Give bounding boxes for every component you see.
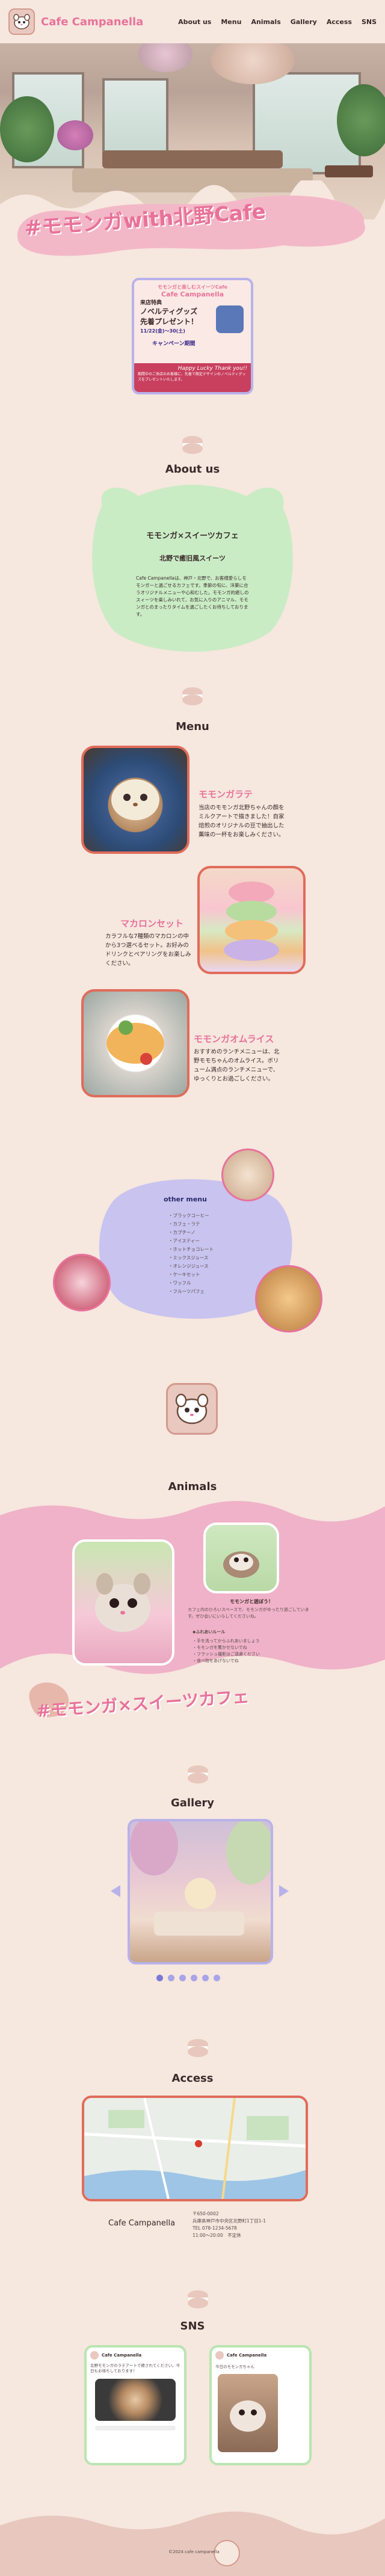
nav-about[interactable]: About us bbox=[178, 18, 211, 26]
drink-photo bbox=[221, 1148, 274, 1201]
menu-item-desc: おすすめのランチメニューは、北野モモちゃんのオムライス。ボリューム満点のランチメ… bbox=[194, 1049, 280, 1082]
other-menu-item: ・ホットチョコレート bbox=[168, 1247, 214, 1252]
gallery-dot[interactable] bbox=[168, 1975, 174, 1981]
animals-rules-title: ◆ふれあいルール bbox=[192, 1630, 226, 1634]
menu-item-name: モモンガラテ bbox=[199, 789, 253, 800]
animals-caption1: モモンガと遊ぼう！ bbox=[230, 1599, 273, 1604]
footer-copyright: ©2024 cafe campanella bbox=[168, 2550, 220, 2554]
about-heading: モモンガ×スイーツカフェ bbox=[146, 532, 239, 541]
nav-gallery[interactable]: Gallery bbox=[291, 18, 317, 26]
access-address: 〒650-0002 兵庫県神戸市中央区北野町1丁目1-1 TEL 078-123… bbox=[192, 2211, 266, 2238]
logo-icon[interactable] bbox=[8, 8, 35, 35]
campaign-card[interactable]: モモンガと楽しむスイーツCafe Cafe Campanella 来店特典 ノベ… bbox=[132, 278, 253, 394]
macaron-icon bbox=[188, 1765, 208, 1783]
sns-post-image bbox=[218, 2374, 278, 2452]
momonga-latte-photo bbox=[81, 746, 189, 854]
animals-title: Animals bbox=[168, 1480, 217, 1493]
campaign-line1: モモンガと楽しむスイーツCafe bbox=[157, 284, 227, 290]
other-menu-title: other menu bbox=[164, 1195, 207, 1203]
menu-item-desc: 当店のモモンガ北野ちゃんの顔をミルクアートで描きました！自家焙煎のオリジナルの豆… bbox=[199, 805, 285, 838]
menu-title: Menu bbox=[176, 720, 209, 733]
macaron-icon bbox=[188, 2290, 208, 2308]
macaron-set-photo bbox=[197, 866, 306, 974]
campaign-note: 期間中のご来店のお客様に、先着で限定デザインのノベルティグッズをプレゼントいたし… bbox=[138, 372, 246, 382]
gallery-prev-icon[interactable] bbox=[109, 1884, 122, 1898]
campaign-period: キャンペーン期間 bbox=[152, 341, 196, 347]
access-name: Cafe Campanella bbox=[108, 2219, 176, 2228]
other-menu-item: ・ブラックコーヒー bbox=[168, 1213, 209, 1218]
gallery-title: Gallery bbox=[170, 1797, 215, 1809]
about-blob bbox=[92, 485, 293, 652]
site-header: Cafe Campanella About us Menu Animals Ga… bbox=[0, 0, 385, 43]
nav-access[interactable]: Access bbox=[327, 18, 352, 26]
gallery-dot[interactable] bbox=[191, 1975, 197, 1981]
avatar bbox=[90, 2351, 99, 2360]
campaign-banner: Happy Lucky Thank you!! bbox=[177, 366, 247, 372]
animals-rule: ・モモンガを驚かせないでね bbox=[192, 1645, 247, 1650]
other-menu-list: ・ブラックコーヒー ・カフェ・ラテ ・カプチーノ ・アイスティー ・ホットチョコ… bbox=[168, 1212, 214, 1296]
animals-rule: ・フラッシュ撮影はご遠慮ください bbox=[192, 1652, 260, 1657]
pancake-photo bbox=[255, 1265, 322, 1332]
momonga-branch-photo bbox=[203, 1523, 279, 1593]
gallery-slide[interactable] bbox=[128, 1819, 273, 1964]
avatar bbox=[215, 2351, 224, 2360]
nav-sns[interactable]: SNS bbox=[362, 18, 377, 26]
animals-rule: ・食べ物をあげないでね bbox=[192, 1658, 239, 1663]
sns-title: SNS bbox=[180, 2320, 205, 2332]
macaron-icon bbox=[182, 436, 203, 454]
animals-caption2: カフェ内のひろいスペースで、モモンガがゆったり過ごしています。ぜひ会いにいらして… bbox=[188, 1607, 309, 1619]
footer-wave bbox=[0, 2511, 385, 2576]
momonga-omurice-photo bbox=[81, 989, 189, 1097]
other-menu-item: ・ミックスジュース bbox=[168, 1255, 209, 1260]
access-map[interactable] bbox=[82, 2096, 308, 2201]
menu-item-name: モモンガオムライス bbox=[194, 1034, 274, 1044]
mascot-icon bbox=[166, 1383, 218, 1435]
macaron-icon bbox=[182, 687, 203, 705]
about-body: Cafe Campanellaは、神戸・北野で、お客様愛らしモモンガーと過ごせる… bbox=[136, 575, 249, 617]
gallery-dot[interactable] bbox=[214, 1975, 220, 1981]
other-menu-item: ・フルーツパフェ bbox=[168, 1289, 205, 1294]
menu-item-desc: カラフルな7種類のマカロンの中から3つ選べるセット。お好みのドリンクとペアリング… bbox=[105, 933, 191, 967]
sns-post-text: 北野モモンガのラテアートで癒されてください。今日もお待ちしております！ bbox=[90, 2363, 180, 2373]
nav-menu[interactable]: Menu bbox=[221, 18, 241, 26]
sns-post-user: Cafe Campanella bbox=[227, 2353, 267, 2358]
other-menu-item: ・ワッフル bbox=[168, 1280, 191, 1286]
sns-post-2[interactable]: Cafe Campanella 今日のモモンガちゃん bbox=[209, 2345, 312, 2465]
other-menu-item: ・カプチーノ bbox=[168, 1230, 196, 1235]
sns-post-text: 今日のモモンガちゃん bbox=[215, 2364, 254, 2369]
menu-item-name: マカロンセット bbox=[120, 918, 184, 929]
nav-animals[interactable]: Animals bbox=[251, 18, 280, 26]
berry-photo bbox=[53, 1254, 111, 1311]
sns-post-user: Cafe Campanella bbox=[102, 2353, 142, 2358]
other-menu-item: ・アイスティー bbox=[168, 1238, 200, 1244]
gallery-dot[interactable] bbox=[156, 1975, 163, 1981]
macaron-icon bbox=[188, 2039, 208, 2057]
momonga-flower-photo bbox=[72, 1539, 174, 1666]
access-title: Access bbox=[171, 2072, 214, 2085]
gallery-dot[interactable] bbox=[202, 1975, 209, 1981]
novelty-mug-icon bbox=[216, 305, 244, 333]
other-menu-item: ・ケーキセット bbox=[168, 1272, 200, 1277]
sns-post-1[interactable]: Cafe Campanella 北野モモンガのラテアートで癒されてください。今日… bbox=[84, 2345, 186, 2465]
gallery-next-icon[interactable] bbox=[278, 1884, 290, 1898]
animals-rule: ・手を洗ってからふれあいましょう bbox=[192, 1639, 260, 1643]
gallery-dots bbox=[154, 1972, 223, 1984]
about-title: About us bbox=[165, 463, 220, 476]
sns-post-image bbox=[95, 2379, 176, 2421]
brand-name[interactable]: Cafe Campanella bbox=[41, 16, 168, 28]
campaign-brand: Cafe Campanella bbox=[161, 290, 224, 298]
other-menu-item: ・オレンジジュース bbox=[168, 1263, 209, 1269]
animals-rules: ・手を洗ってからふれあいましょう ・モモンガを驚かせないでね ・フラッシュ撮影は… bbox=[192, 1638, 313, 1664]
gallery-dot[interactable] bbox=[179, 1975, 186, 1981]
about-subheading: 北野で癒旧風スイーツ bbox=[159, 554, 226, 562]
other-menu-item: ・カフェ・ラテ bbox=[168, 1221, 200, 1227]
